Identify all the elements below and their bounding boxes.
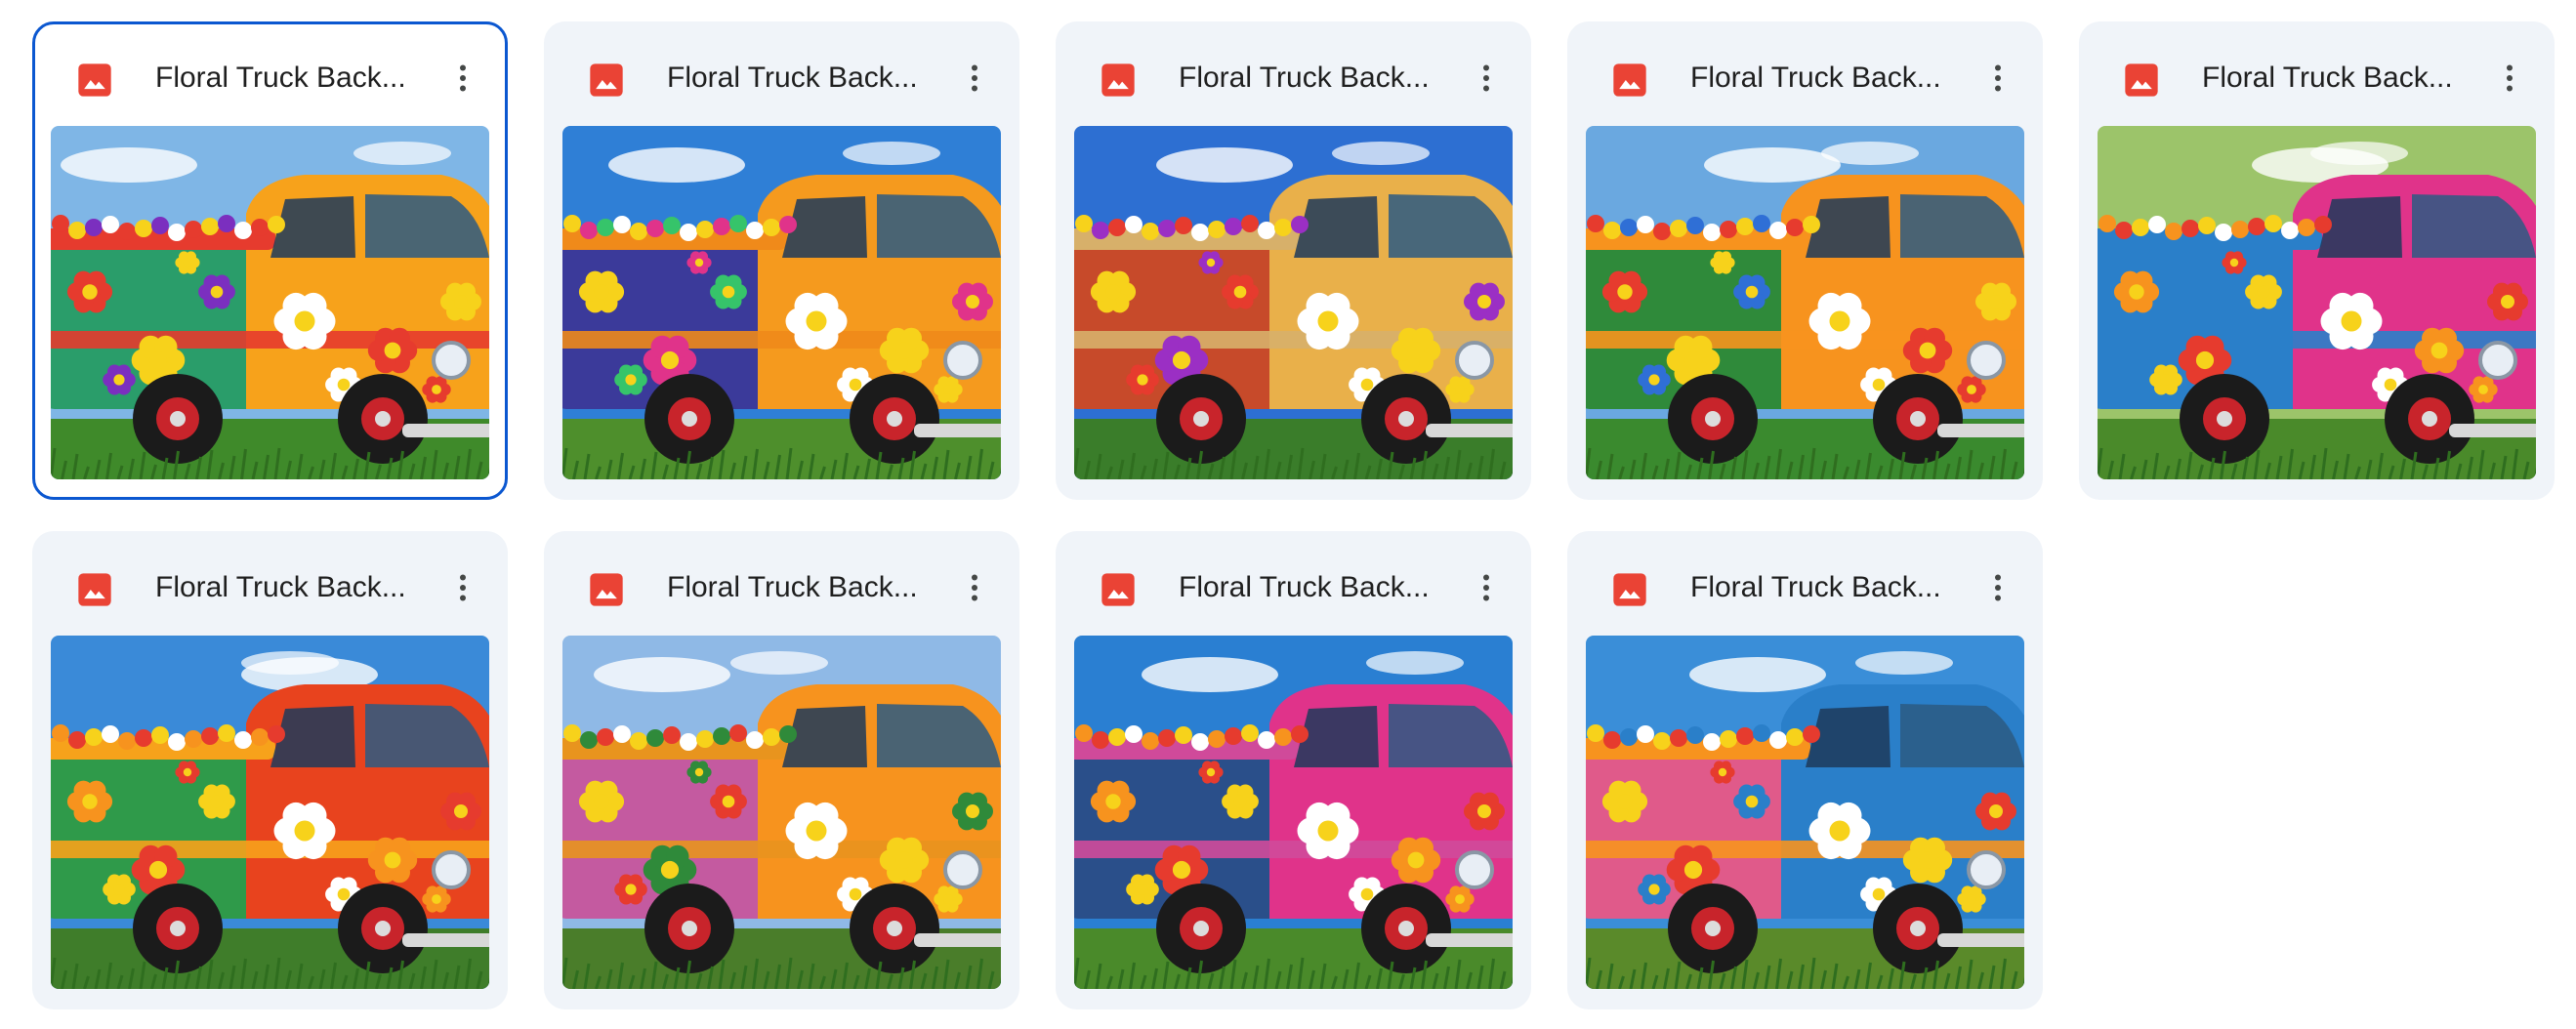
file-card-4[interactable]: Floral Truck Back...	[1567, 21, 2043, 500]
more-vert-icon[interactable]	[439, 55, 486, 102]
image-file-icon	[75, 570, 114, 609]
file-name: Floral Truck Back...	[667, 62, 918, 94]
more-vert-icon[interactable]	[1974, 55, 2021, 102]
file-card-header: Floral Truck Back...	[1567, 531, 2043, 633]
image-file-icon	[1610, 61, 1649, 100]
thumbnail-artwork	[1586, 126, 2024, 479]
image-thumbnail[interactable]	[1586, 636, 2024, 989]
image-thumbnail[interactable]	[1074, 126, 1513, 479]
thumbnail-artwork	[51, 126, 489, 479]
file-card-9[interactable]: Floral Truck Back...	[1567, 531, 2043, 1009]
thumbnail-artwork	[1074, 126, 1513, 479]
image-file-icon	[587, 570, 626, 609]
file-name: Floral Truck Back...	[155, 571, 406, 603]
file-card-3[interactable]: Floral Truck Back...	[1056, 21, 1531, 500]
file-grid: Floral Truck Back... Floral Truck Back..…	[32, 21, 2555, 1009]
file-card-header: Floral Truck Back...	[1056, 21, 1531, 123]
file-card-7[interactable]: Floral Truck Back...	[544, 531, 1019, 1009]
image-file-icon	[75, 61, 114, 100]
image-thumbnail[interactable]	[562, 126, 1001, 479]
file-name: Floral Truck Back...	[1690, 62, 1941, 94]
image-file-icon	[1610, 570, 1649, 609]
image-file-icon	[1099, 61, 1138, 100]
file-name: Floral Truck Back...	[2202, 62, 2453, 94]
file-card-header: Floral Truck Back...	[1056, 531, 1531, 633]
thumbnail-artwork	[1586, 636, 2024, 989]
file-card-header: Floral Truck Back...	[35, 24, 505, 126]
thumbnail-artwork	[562, 126, 1001, 479]
more-vert-icon[interactable]	[1974, 564, 2021, 611]
thumbnail-artwork	[51, 636, 489, 989]
file-name: Floral Truck Back...	[667, 571, 918, 603]
file-name: Floral Truck Back...	[1179, 571, 1430, 603]
thumbnail-artwork	[562, 636, 1001, 989]
file-name: Floral Truck Back...	[1179, 62, 1430, 94]
file-card-8[interactable]: Floral Truck Back...	[1056, 531, 1531, 1009]
image-thumbnail[interactable]	[2098, 126, 2536, 479]
image-thumbnail[interactable]	[1586, 126, 2024, 479]
file-card-header: Floral Truck Back...	[544, 531, 1019, 633]
file-card-header: Floral Truck Back...	[2079, 21, 2555, 123]
thumbnail-artwork	[1074, 636, 1513, 989]
file-card-5[interactable]: Floral Truck Back...	[2079, 21, 2555, 500]
more-vert-icon[interactable]	[951, 564, 998, 611]
file-name: Floral Truck Back...	[1690, 571, 1941, 603]
more-vert-icon[interactable]	[1463, 564, 1510, 611]
more-vert-icon[interactable]	[951, 55, 998, 102]
image-thumbnail[interactable]	[51, 126, 489, 479]
image-file-icon	[587, 61, 626, 100]
image-thumbnail[interactable]	[51, 636, 489, 989]
file-card-header: Floral Truck Back...	[32, 531, 508, 633]
file-card-6[interactable]: Floral Truck Back...	[32, 531, 508, 1009]
file-card-1[interactable]: Floral Truck Back...	[32, 21, 508, 500]
more-vert-icon[interactable]	[2486, 55, 2533, 102]
file-card-header: Floral Truck Back...	[544, 21, 1019, 123]
more-vert-icon[interactable]	[439, 564, 486, 611]
image-thumbnail[interactable]	[562, 636, 1001, 989]
file-card-2[interactable]: Floral Truck Back...	[544, 21, 1019, 500]
file-card-header: Floral Truck Back...	[1567, 21, 2043, 123]
image-file-icon	[2122, 61, 2161, 100]
image-file-icon	[1099, 570, 1138, 609]
image-thumbnail[interactable]	[1074, 636, 1513, 989]
thumbnail-artwork	[2098, 126, 2536, 479]
file-name: Floral Truck Back...	[155, 62, 406, 94]
more-vert-icon[interactable]	[1463, 55, 1510, 102]
